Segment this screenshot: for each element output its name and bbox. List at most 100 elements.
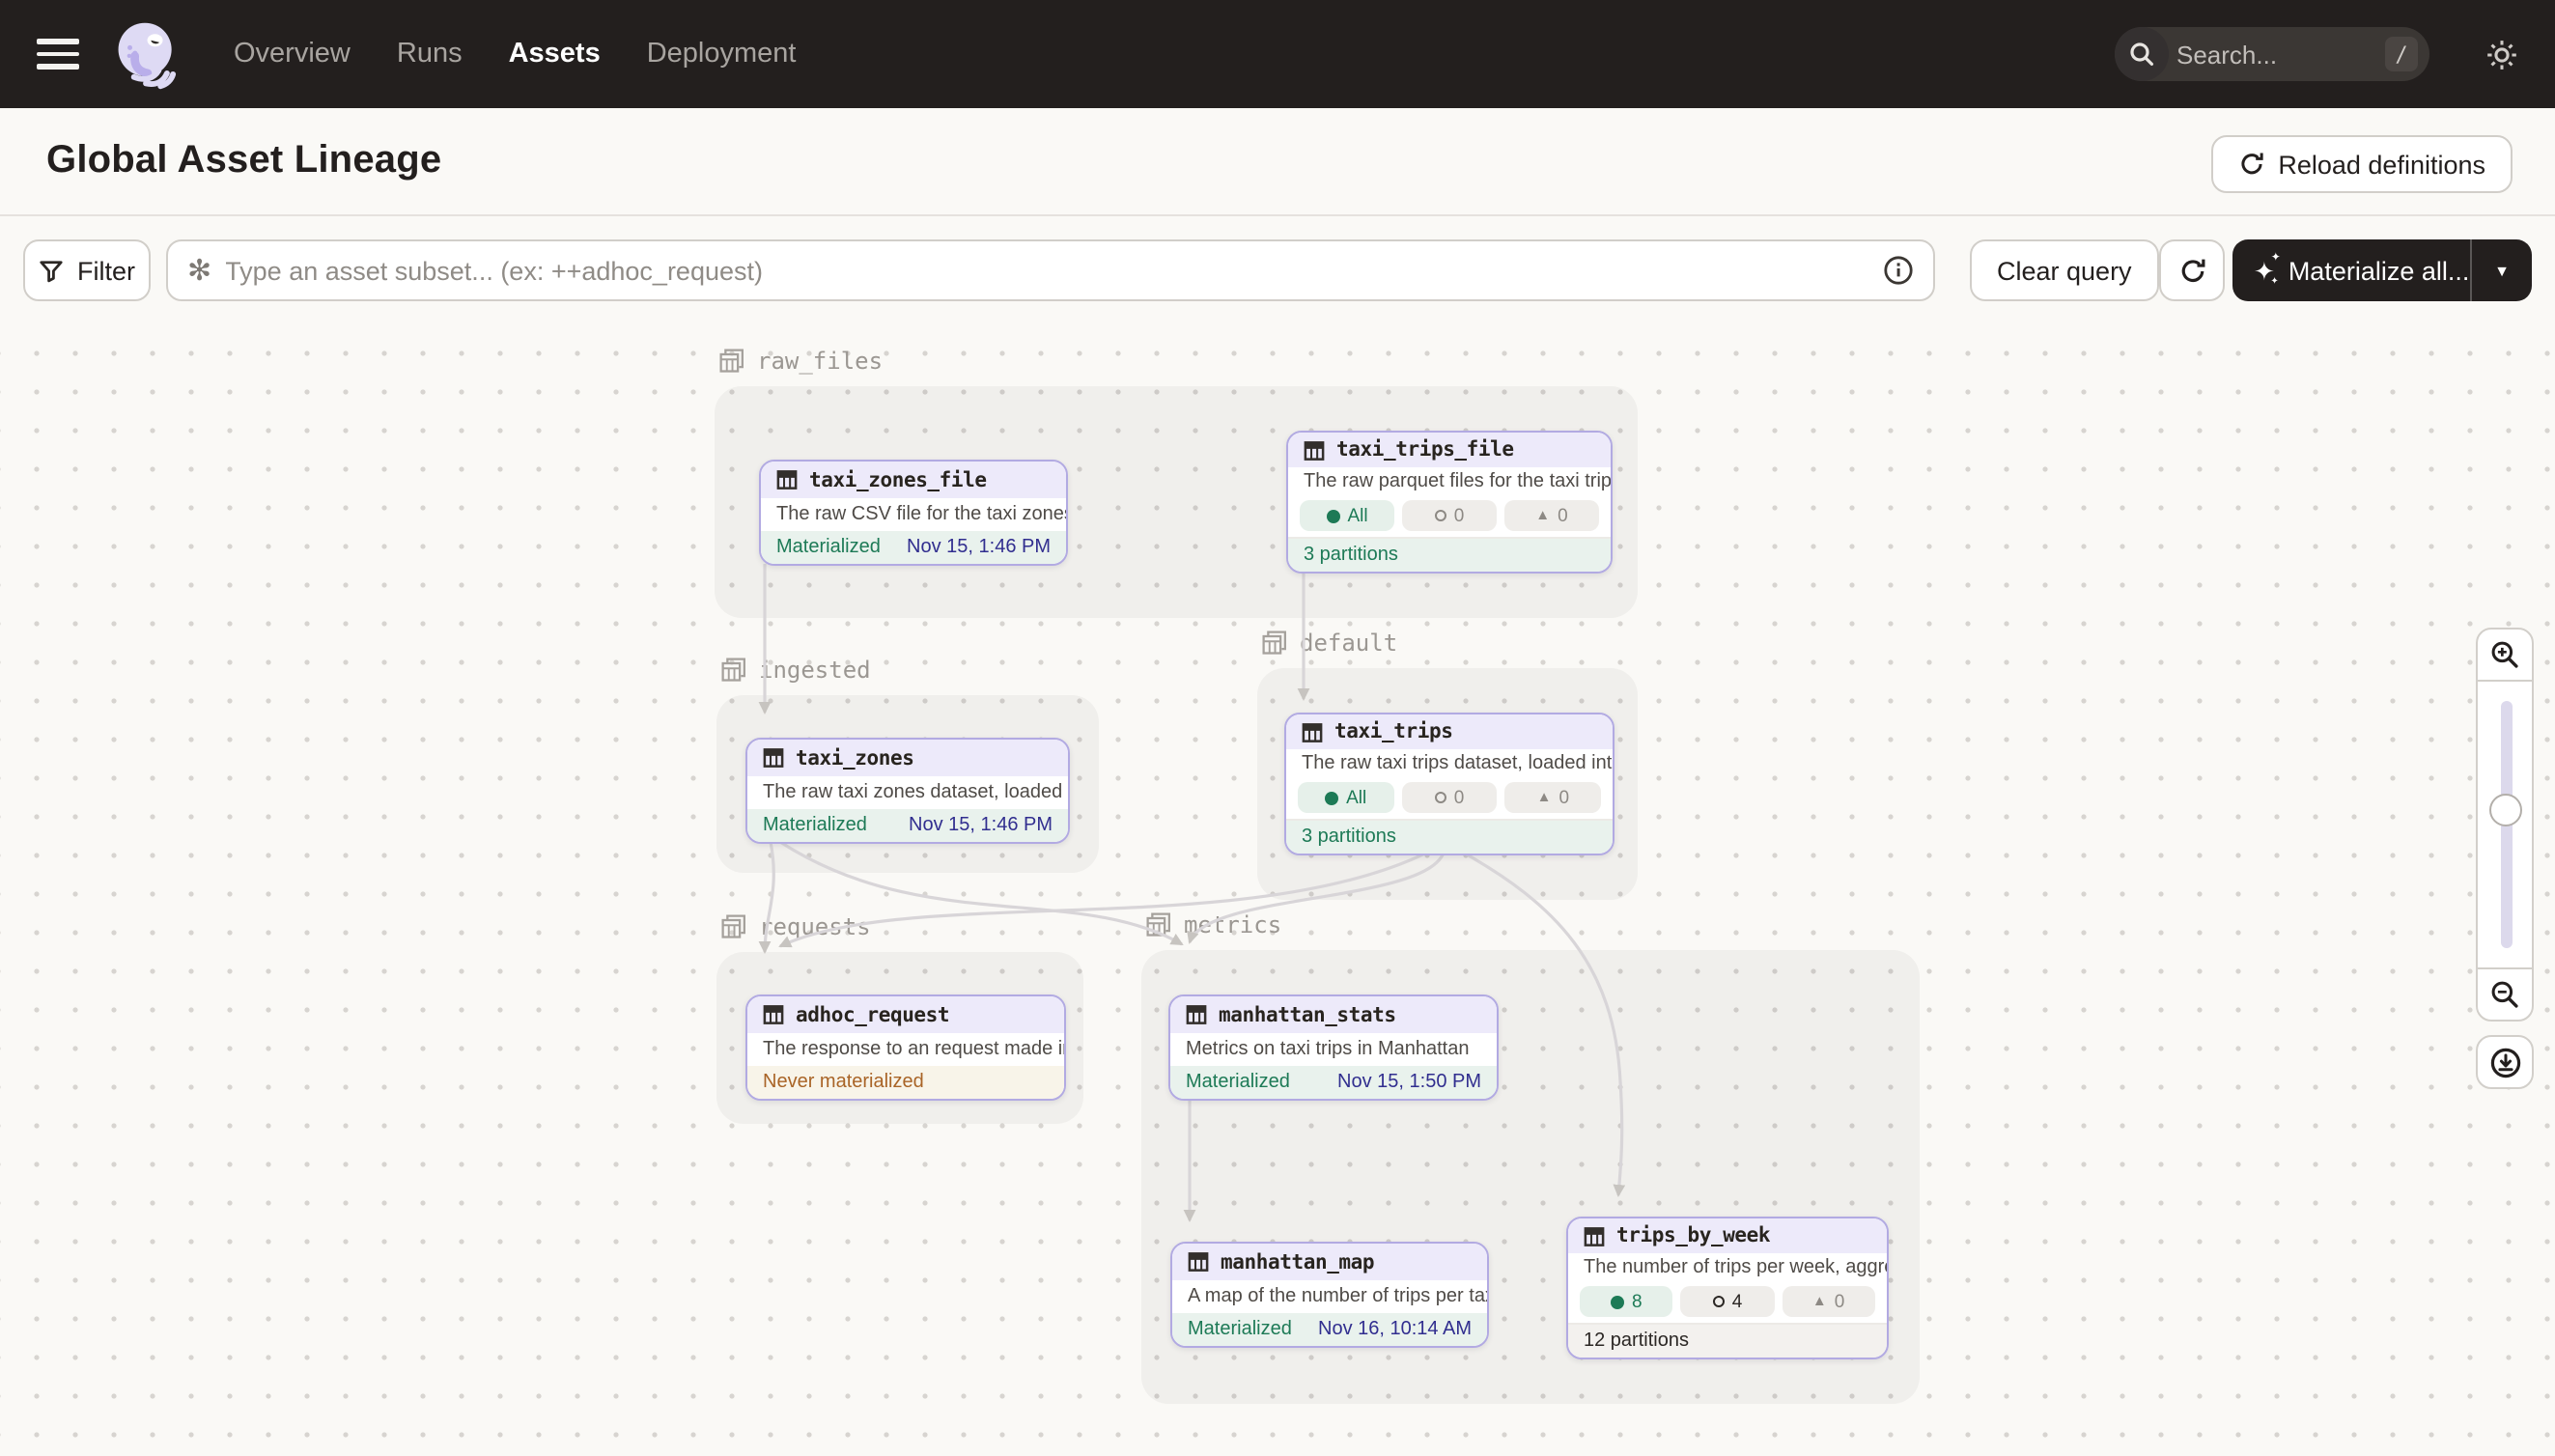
asset-node-taxi-zones-file[interactable]: taxi_zones_file The raw CSV file for the… [759,460,1068,566]
partitions-failed-pill[interactable]: ▲0 [1782,1286,1875,1317]
status-timestamp[interactable]: Nov 15, 1:46 PM [907,537,1051,558]
status-timestamp[interactable]: Nov 16, 10:14 AM [1318,1319,1472,1340]
missing-ring-icon [1435,510,1446,521]
missing-ring-icon [1435,792,1446,803]
nav-item-assets[interactable]: Assets [509,39,601,70]
asset-description: The raw CSV file for the taxi zones dat.… [761,498,1066,531]
status-label: Materialized [1188,1319,1292,1340]
clear-query-button[interactable]: Clear query [1970,239,2159,301]
asset-status-row: Materialized Nov 16, 10:14 AM [1172,1313,1487,1346]
asset-name: taxi_trips_file [1336,438,1514,462]
partitions-success-pill[interactable]: All [1300,500,1394,531]
asset-node-adhoc-request[interactable]: adhoc_request The response to an request… [745,994,1066,1101]
success-dot-icon [1325,791,1338,804]
refresh-icon [2237,151,2264,178]
zoom-out-icon [2489,979,2520,1010]
table-icon [1188,1251,1209,1273]
status-label: Never materialized [763,1072,924,1093]
zoom-slider-handle[interactable] [2489,794,2522,826]
zoom-controls [2476,628,2534,1089]
table-icon [763,747,784,769]
asset-node-header: taxi_trips_file [1288,433,1611,467]
download-image-button[interactable] [2476,1035,2534,1089]
asset-status-row: Materialized Nov 15, 1:46 PM [761,531,1066,564]
asset-node-header: taxi_zones [747,740,1068,776]
status-label: Materialized [1186,1072,1290,1093]
lineage-toolbar: Filter ✻ Clear query ✦✦✦ Materialize all… [0,216,2555,321]
global-search[interactable]: / [2115,27,2429,81]
nav-item-deployment[interactable]: Deployment [647,39,797,70]
info-icon[interactable] [1883,255,1914,286]
asset-description: The raw taxi zones dataset, loaded int..… [747,776,1068,809]
status-label: Materialized [763,815,867,836]
asset-node-header: taxi_trips [1286,714,1613,749]
download-icon [2488,1046,2521,1078]
dagster-logo-icon[interactable] [110,15,183,93]
asset-name: taxi_zones [796,746,913,770]
table-icon [1186,1004,1207,1025]
sparkle-icon: ✦✦✦ [2254,258,2275,283]
table-icon [776,469,798,490]
asset-name: taxi_trips [1334,720,1452,743]
partitions-success-pill[interactable]: All [1298,782,1393,813]
asset-node-header: taxi_zones_file [761,462,1066,498]
filter-button[interactable]: Filter [23,239,151,301]
asset-node-manhattan-map[interactable]: manhattan_map A map of the number of tri… [1170,1242,1489,1348]
top-nav: Overview Runs Assets Deployment / [0,0,2555,108]
asset-name: manhattan_stats [1219,1003,1396,1026]
partitions-success-pill[interactable]: 8 [1580,1286,1673,1317]
dagster-app: Overview Runs Assets Deployment / [0,0,2555,1456]
zoom-in-button[interactable] [2476,628,2534,682]
nav-item-runs[interactable]: Runs [397,39,463,70]
zoom-slider[interactable] [2476,682,2534,967]
partition-health-row: 8 4 ▲0 [1568,1282,1887,1323]
op-selector-icon: ✻ [187,253,211,288]
reload-definitions-button[interactable]: Reload definitions [2210,135,2513,193]
zoom-in-icon [2489,639,2520,670]
asset-node-taxi-trips[interactable]: taxi_trips The raw taxi trips dataset, l… [1284,713,1614,855]
search-input[interactable] [2176,40,2354,69]
table-icon [1304,439,1325,461]
asset-name: adhoc_request [796,1003,949,1026]
materialize-dropdown-caret[interactable]: ▼ [2470,239,2532,301]
search-icon [2115,27,2169,81]
lineage-canvas[interactable]: raw_files ingested default requests metr… [0,321,2555,1456]
asset-node-header: manhattan_map [1172,1244,1487,1280]
nav-item-overview[interactable]: Overview [234,39,351,70]
menu-icon[interactable] [37,39,79,70]
nav-links: Overview Runs Assets Deployment [234,39,796,70]
asset-node-trips-by-week[interactable]: trips_by_week The number of trips per we… [1566,1217,1889,1359]
partitions-failed-pill[interactable]: ▲0 [1504,500,1599,531]
asset-description: The number of trips per week, aggreg... [1568,1253,1887,1282]
success-dot-icon [1326,509,1339,522]
materialize-all-button[interactable]: ✦✦✦ Materialize all... ▼ [2232,239,2532,301]
asset-node-header: adhoc_request [747,996,1064,1033]
page-header: Global Asset Lineage Reload definitions [0,108,2555,216]
funnel-icon [39,258,64,283]
asset-node-header: manhattan_stats [1170,996,1497,1033]
partitions-missing-pill[interactable]: 0 [1402,500,1497,531]
nav-right: / [2115,27,2555,81]
asset-node-header: trips_by_week [1568,1218,1887,1253]
failed-triangle-icon: ▲ [1535,509,1550,523]
asset-node-taxi-zones[interactable]: taxi_zones The raw taxi zones dataset, l… [745,738,1070,844]
asset-query-input[interactable] [225,256,1883,285]
failed-triangle-icon: ▲ [1537,791,1552,805]
asset-node-manhattan-stats[interactable]: manhattan_stats Metrics on taxi trips in… [1168,994,1499,1101]
zoom-out-button[interactable] [2476,967,2534,1022]
partitions-failed-pill[interactable]: ▲0 [1505,782,1601,813]
status-timestamp[interactable]: Nov 15, 1:50 PM [1337,1072,1481,1093]
failed-triangle-icon: ▲ [1812,1295,1827,1309]
partitions-missing-pill[interactable]: 0 [1401,782,1497,813]
success-dot-icon [1611,1295,1624,1308]
asset-node-taxi-trips-file[interactable]: taxi_trips_file The raw parquet files fo… [1286,431,1613,574]
missing-ring-icon [1713,1296,1725,1307]
status-timestamp[interactable]: Nov 15, 1:46 PM [909,815,1053,836]
asset-name: taxi_zones_file [809,468,987,491]
refresh-graph-button[interactable] [2159,239,2225,301]
settings-gear-icon[interactable] [2476,29,2526,79]
partitions-missing-pill[interactable]: 4 [1681,1286,1775,1317]
asset-status-row: Materialized Nov 15, 1:50 PM [1170,1066,1497,1099]
asset-description: Metrics on taxi trips in Manhattan [1170,1033,1497,1066]
table-icon [763,1004,784,1025]
